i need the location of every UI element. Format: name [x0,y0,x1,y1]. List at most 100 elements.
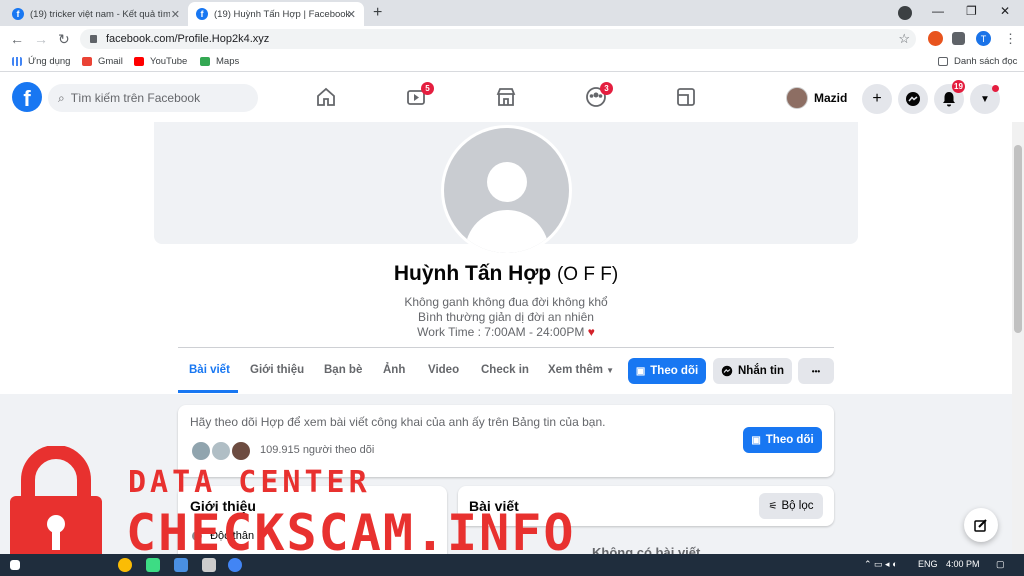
bell-icon [943,92,955,107]
facebook-favicon-icon: f [196,8,208,20]
bookmark-maps[interactable]: Maps [200,56,239,67]
watermark-line-2: CHECKSCAM.INFO [126,504,576,562]
default-avatar-icon [444,128,569,253]
extension-fire-icon[interactable] [928,31,943,46]
youtube-icon [134,57,144,66]
extensions-puzzle-icon[interactable] [952,32,965,45]
tab-more-label: Xem thêm [548,364,603,376]
tab-posts[interactable]: Bài viết [189,364,230,376]
address-bar[interactable]: facebook.com/Profile.Hop2k4.xyz ☆ [80,29,916,49]
restore-button[interactable]: ❐ [966,4,977,18]
bookmark-apps[interactable]: Ứng dụng [12,56,70,67]
scrollbar-thumb[interactable] [1014,145,1022,333]
follow-button[interactable]: ▣ Theo dõi [743,427,822,453]
chrome-taskbar-icon[interactable] [228,558,242,572]
tab-video[interactable]: Video [428,364,459,376]
url-text: facebook.com/Profile.Hop2k4.xyz [106,33,270,45]
lock-icon [90,35,97,43]
more-options-button[interactable]: ••• [798,358,834,384]
tab-photos[interactable]: Ảnh [383,364,405,376]
reading-list-label: Danh sách đọc [954,56,1018,67]
user-name: Mazid [814,91,848,105]
account-dot-badge [992,85,999,92]
address-toolbar: ← → ↻ facebook.com/Profile.Hop2k4.xyz ☆ [0,26,1024,52]
plus-icon: + [872,90,882,107]
windows-start-icon[interactable] [10,560,20,570]
reload-icon[interactable]: ↻ [58,31,70,48]
messenger-button[interactable] [898,84,928,114]
settings-taskbar-icon[interactable] [202,558,216,572]
follow-label: Theo dõi [650,365,699,377]
follower-count[interactable]: 109.915 người theo dõi [260,444,374,456]
gmail-icon [82,57,92,66]
clock[interactable]: 4:00 PM [946,559,980,569]
bookmark-star-icon[interactable]: ☆ [898,31,910,47]
new-message-button[interactable] [964,508,998,542]
browser-tab-search[interactable]: f (19) tricker việt nam - Kết quả tìm ✕ [4,2,188,26]
active-tab-indicator [178,390,238,393]
bio-line: Work Time : 7:00AM - 24:00PM ♥ [0,325,1012,339]
watermark-line-1: DATA CENTER [128,465,371,500]
app-taskbar-icon[interactable] [146,558,160,572]
caret-down-icon: ▼ [606,366,615,375]
reading-list[interactable]: Danh sách đọc [938,56,1017,67]
close-tab-icon[interactable]: ✕ [347,8,356,21]
new-tab-button[interactable]: + [373,4,382,22]
bookmark-label: Gmail [98,56,123,67]
app-taskbar-icon[interactable] [174,558,188,572]
padlock-watermark-icon [10,446,102,568]
facebook-favicon-icon: f [12,8,24,20]
message-label: Nhắn tin [738,365,784,377]
follower-avatar [230,440,252,462]
notifications-badge: 19 [952,80,965,93]
browser-menu-icon[interactable]: ⋮ [1004,31,1017,47]
home-icon[interactable] [315,86,337,108]
marketplace-icon[interactable] [495,86,517,108]
filter-button[interactable]: ⚟ Bộ lọc [759,493,823,519]
alt-name-text: (O F F) [556,264,619,285]
search-placeholder: Tìm kiếm trên Facebook [70,91,201,105]
profile-shortcut[interactable]: Mazid [786,85,847,111]
close-window-button[interactable]: ✕ [1000,4,1010,18]
gaming-icon[interactable] [675,86,697,108]
reading-list-icon [938,57,948,66]
bookmark-label: Ứng dụng [28,56,71,67]
follow-icon: ▣ [635,365,646,377]
avatar [786,87,808,109]
create-plus-button[interactable]: + [862,84,892,114]
language-indicator[interactable]: ENG [918,559,938,569]
notification-center-icon[interactable]: ▢ [996,559,1005,570]
tab-about[interactable]: Giới thiệu [250,364,304,376]
bookmark-gmail[interactable]: Gmail [82,56,123,67]
bookmark-youtube[interactable]: YouTube [134,56,187,67]
browser-tab-profile[interactable]: f (19) Huỳnh Tấn Hợp | Facebook ✕ [188,2,364,26]
browser-tab-bar: f (19) tricker việt nam - Kết quả tìm ✕ … [0,0,1024,26]
forward-arrow-icon[interactable]: → [34,31,48,47]
tab-checkin[interactable]: Check in [481,364,529,376]
heart-icon: ♥ [587,325,595,339]
minimize-button[interactable]: — [932,4,944,18]
follower-avatar [190,440,212,462]
tab-more[interactable]: Xem thêm ▼ [548,364,614,376]
facebook-logo-icon[interactable]: f [12,82,42,112]
follow-button[interactable]: ▣ Theo dõi [628,358,706,384]
tab-search-icon[interactable] [898,6,912,20]
facebook-top-nav: f ⌕ Tìm kiếm trên Facebook 5 3 Mazid + 1… [0,72,1024,122]
bio-line: Không ganh không đua đời không khổ [404,295,608,309]
message-button[interactable]: Nhắn tin [713,358,792,384]
filter-label: Bộ lọc [781,500,814,512]
profile-picture[interactable] [441,125,572,256]
profile-name: Huỳnh Tấn Hợp (O F F) [0,262,1012,286]
close-tab-icon[interactable]: ✕ [171,8,180,21]
tab-title: (19) tricker việt nam - Kết quả tìm [30,8,170,20]
tray-icons[interactable]: ⌃ ▭ ◂ ◐ [864,559,898,570]
profile-avatar[interactable]: T [976,31,991,46]
chrome-taskbar-icon[interactable] [118,558,132,572]
back-arrow-icon[interactable]: ← [10,31,24,47]
messenger-icon [906,92,920,106]
search-input[interactable]: ⌕ Tìm kiếm trên Facebook [48,84,258,112]
bio-line: Bình thường giản dị đời an nhiên [418,310,594,324]
divider [178,347,834,348]
profile-header: Huỳnh Tấn Hợp (O F F) Không ganh không đ… [0,122,1012,394]
tab-friends[interactable]: Bạn bè [324,364,362,376]
